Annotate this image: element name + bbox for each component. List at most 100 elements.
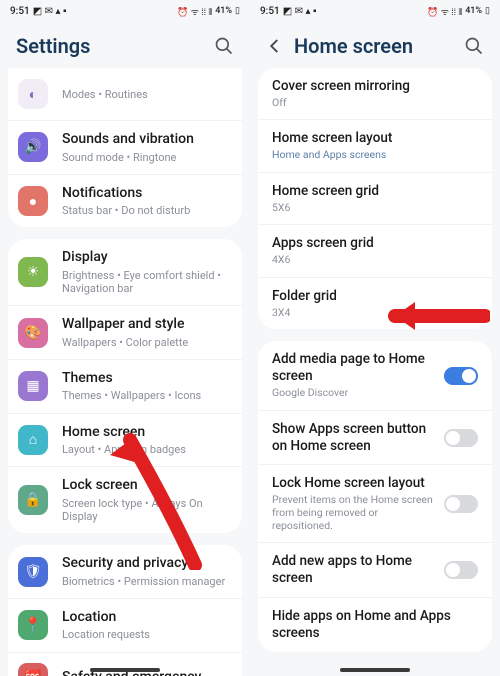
row-text: ThemesThemes • Wallpapers • Icons bbox=[62, 370, 228, 403]
settings-row[interactable]: ▦ ThemesThemes • Wallpapers • Icons bbox=[8, 359, 242, 413]
row-text: Home screen grid 5X6 bbox=[272, 183, 478, 214]
row-subtitle: Wallpapers • Color palette bbox=[62, 336, 228, 349]
row-text: Show Apps screen button on Home screen bbox=[272, 421, 434, 455]
settings-title: Settings bbox=[16, 34, 90, 58]
row-title: Add new apps to Home screen bbox=[272, 553, 434, 587]
settings-card: 🛡 Security and privacy Biometrics • Permis… bbox=[8, 545, 242, 676]
row-title: Lock Home screen layout bbox=[272, 475, 434, 492]
row-title: Location bbox=[62, 609, 228, 627]
row-title: Home screen layout bbox=[272, 130, 478, 147]
homescreen-card-2: Add media page to Home screen Google Disc… bbox=[258, 341, 492, 651]
row-title: Themes bbox=[62, 370, 228, 388]
search-icon[interactable] bbox=[464, 36, 484, 56]
battery-icon: ▯ bbox=[235, 6, 240, 16]
row-text: Add new apps to Home screen bbox=[272, 553, 434, 587]
row-subtitle: Prevent items on the Home screen from be… bbox=[272, 494, 434, 532]
row-title: Show Apps screen button on Home screen bbox=[272, 421, 434, 455]
settings-row[interactable]: 🆘Safety and emergency bbox=[8, 652, 242, 676]
row-subtitle: 5X6 bbox=[272, 202, 478, 215]
row-title: Add media page to Home screen bbox=[272, 351, 434, 385]
homescreen-row[interactable]: Hide apps on Home and Apps screens bbox=[258, 597, 492, 652]
row-text: Lock screen Screen lock type • Always On … bbox=[62, 477, 228, 523]
security-icon: 🛡 bbox=[18, 557, 48, 587]
row-title: Security and privacy bbox=[62, 555, 228, 573]
settings-row[interactable]: 🛡 Security and privacy Biometrics • Permis… bbox=[8, 545, 242, 598]
sound-icon: 🔊 bbox=[18, 132, 48, 162]
back-button[interactable] bbox=[266, 37, 284, 55]
row-subtitle: Screen lock type • Always On Display bbox=[62, 497, 228, 523]
home-indicator bbox=[340, 668, 410, 672]
row-subtitle: Brightness • Eye comfort shield • Naviga… bbox=[62, 269, 228, 295]
row-text: Hide apps on Home and Apps screens bbox=[272, 608, 478, 642]
row-text: DisplayBrightness • Eye comfort shield •… bbox=[62, 249, 228, 295]
homescreen-row[interactable]: Add media page to Home screen Google Disc… bbox=[258, 341, 492, 409]
row-subtitle: Google Discover bbox=[272, 387, 434, 400]
toggle-switch[interactable] bbox=[444, 561, 478, 579]
row-subtitle: Modes • Routines bbox=[62, 88, 228, 101]
settings-row[interactable]: 🔊 Sounds and vibration Sound mode • Ringto… bbox=[8, 120, 242, 174]
homescreen-row[interactable]: Home screen grid 5X6 bbox=[258, 172, 492, 224]
row-subtitle: 4X6 bbox=[272, 254, 478, 267]
row-title: Folder grid bbox=[272, 288, 478, 305]
row-title: Hide apps on Home and Apps screens bbox=[272, 608, 478, 642]
status-icons-left: ◩ ✉ ▴ ▪ bbox=[283, 6, 317, 17]
homescreen-card-1: Cover screen mirroring Off Home screen lay… bbox=[258, 68, 492, 329]
settings-row[interactable]: ⌂ Home screenLayout • App icon badges bbox=[8, 413, 242, 467]
row-subtitle: Off bbox=[272, 97, 478, 110]
row-title: Lock screen bbox=[62, 477, 228, 495]
homescreen-row[interactable]: Cover screen mirroring Off bbox=[258, 68, 492, 119]
row-text: LocationLocation requests bbox=[62, 609, 228, 642]
row-text: Apps screen grid 4X6 bbox=[272, 235, 478, 266]
status-icons-right: ⏰ ᯤ ⁞⁞ ⫴ bbox=[177, 5, 212, 18]
settings-row[interactable]: ◐ Modes • Routines bbox=[8, 68, 242, 120]
row-text: Lock Home screen layout Prevent items on … bbox=[272, 475, 434, 532]
settings-row[interactable]: 🎨Wallpaper and styleWallpapers • Color p… bbox=[8, 305, 242, 359]
settings-row[interactable]: ☀DisplayBrightness • Eye comfort shield … bbox=[8, 239, 242, 305]
row-subtitle: Themes • Wallpapers • Icons bbox=[62, 389, 228, 402]
row-title: Cover screen mirroring bbox=[272, 78, 478, 95]
row-title: Apps screen grid bbox=[272, 235, 478, 252]
row-title: Notifications bbox=[62, 185, 228, 203]
row-text: Security and privacy Biometrics • Permiss… bbox=[62, 555, 228, 588]
row-subtitle: Sound mode • Ringtone bbox=[62, 151, 228, 164]
row-text: Wallpaper and styleWallpapers • Color pa… bbox=[62, 316, 228, 349]
homescreen-row[interactable]: Lock Home screen layout Prevent items on … bbox=[258, 464, 492, 542]
homescreen-header: Home screen bbox=[250, 22, 500, 68]
home-icon: ⌂ bbox=[18, 425, 48, 455]
settings-card: ☀DisplayBrightness • Eye comfort shield … bbox=[8, 239, 242, 533]
row-subtitle: Home and Apps screens bbox=[272, 149, 478, 162]
home-indicator bbox=[90, 668, 160, 672]
themes-icon: ▦ bbox=[18, 371, 48, 401]
row-text: NotificationsStatus bar • Do not disturb bbox=[62, 185, 228, 218]
homescreen-row[interactable]: Apps screen grid 4X6 bbox=[258, 224, 492, 276]
homescreen-row[interactable]: Add new apps to Home screen bbox=[258, 542, 492, 597]
toggle-switch[interactable] bbox=[444, 429, 478, 447]
row-text: Folder grid3X4 bbox=[272, 288, 478, 319]
modes-icon: ◐ bbox=[18, 79, 48, 109]
row-subtitle: Layout • App icon badges bbox=[62, 443, 228, 456]
phone-right: 9:51 ◩ ✉ ▴ ▪ ⏰ ᯤ ⁞⁞ ⫴ 41% ▯ Home screen … bbox=[250, 0, 500, 676]
row-text: Add media page to Home screen Google Disc… bbox=[272, 351, 434, 399]
lock-icon: 🔒 bbox=[18, 485, 48, 515]
settings-header: Settings bbox=[0, 22, 250, 68]
settings-row[interactable]: 🔒 Lock screen Screen lock type • Always On… bbox=[8, 466, 242, 533]
search-icon[interactable] bbox=[214, 36, 234, 56]
toggle-switch[interactable] bbox=[444, 367, 478, 385]
status-bar: 9:51 ◩ ✉ ▴ ▪ ⏰ ᯤ ⁞⁞ ⫴ 41% ▯ bbox=[0, 0, 250, 22]
status-bar: 9:51 ◩ ✉ ▴ ▪ ⏰ ᯤ ⁞⁞ ⫴ 41% ▯ bbox=[250, 0, 500, 22]
row-subtitle: Biometrics • Permission manager bbox=[62, 575, 228, 588]
homescreen-row[interactable]: Show Apps screen button on Home screen bbox=[258, 410, 492, 465]
settings-row[interactable]: ●NotificationsStatus bar • Do not distur… bbox=[8, 174, 242, 228]
row-text: Modes • Routines bbox=[62, 86, 228, 101]
settings-row[interactable]: 📍 LocationLocation requests bbox=[8, 598, 242, 652]
toggle-switch[interactable] bbox=[444, 495, 478, 513]
row-title: Sounds and vibration bbox=[62, 131, 228, 149]
homescreen-row[interactable]: Home screen layout Home and Apps screens bbox=[258, 119, 492, 171]
homescreen-row[interactable]: Folder grid3X4 bbox=[258, 277, 492, 329]
status-time: 9:51 bbox=[260, 6, 280, 17]
row-subtitle: Location requests bbox=[62, 628, 228, 641]
status-icons-left: ◩ ✉ ▴ ▪ bbox=[33, 6, 67, 17]
location-icon: 📍 bbox=[18, 610, 48, 640]
row-text: Home screenLayout • App icon badges bbox=[62, 424, 228, 457]
row-title: Home screen grid bbox=[272, 183, 478, 200]
